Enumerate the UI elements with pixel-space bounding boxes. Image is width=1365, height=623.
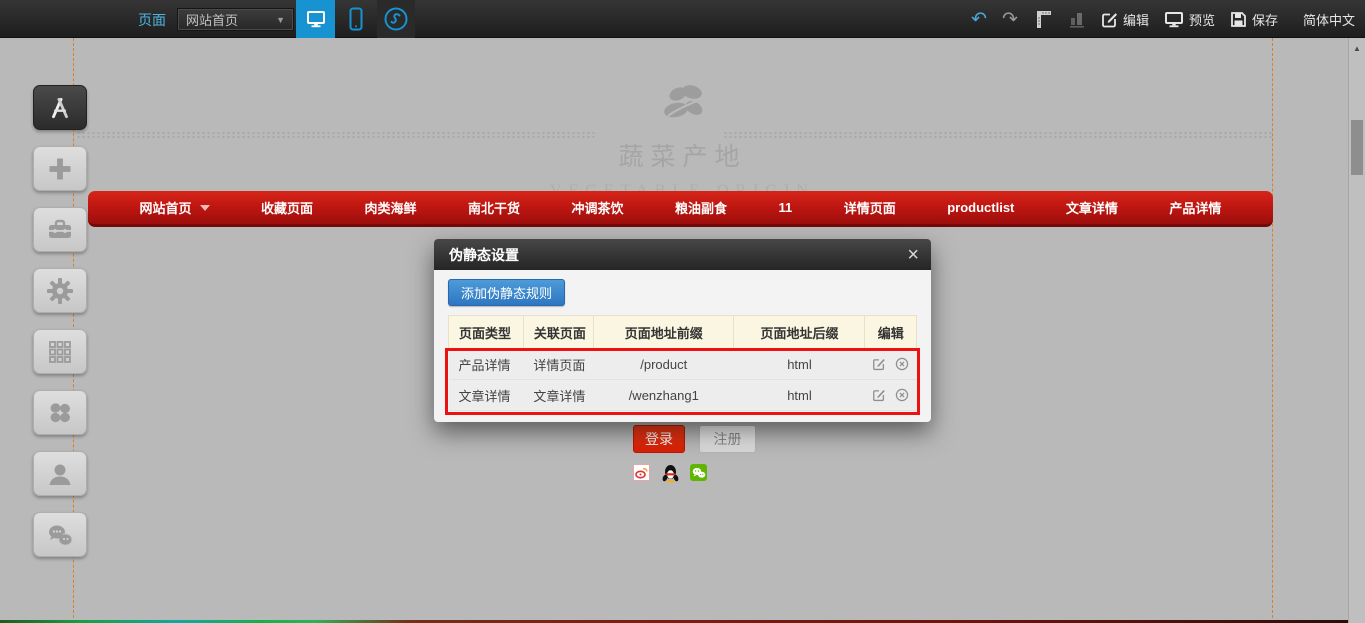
plus-icon [46, 155, 74, 183]
nav-item-favorites[interactable]: 收藏页面 [261, 198, 313, 217]
row-edit-icon[interactable] [872, 388, 886, 402]
language-switch[interactable]: 简体中文 [1303, 10, 1355, 29]
grid-icon [47, 339, 73, 365]
stats-button[interactable] [1068, 9, 1086, 29]
preview-button[interactable]: 预览 [1164, 10, 1215, 29]
close-icon[interactable]: × [907, 245, 919, 265]
header-url-prefix: 页面地址前缀 [594, 316, 734, 349]
cell-linked-page: 详情页面 [523, 349, 593, 380]
cell-page-type: 产品详情 [449, 349, 524, 380]
person-icon [47, 461, 73, 487]
ruler-button[interactable] [1033, 8, 1053, 30]
rules-table-wrap: 页面类型 关联页面 页面地址前缀 页面地址后缀 编辑 产品详情 详情页面 /pr… [448, 315, 917, 411]
sidebar-toolbox-button[interactable] [33, 207, 87, 252]
nav-item-article-detail[interactable]: 文章详情 [1066, 198, 1118, 217]
chevron-down-icon: ▼ [276, 15, 285, 25]
page-selector-dropdown[interactable]: 网站首页 ▼ [177, 8, 294, 31]
sidebar-member-button[interactable] [33, 451, 87, 496]
nav-item-productlist[interactable]: productlist [947, 200, 1014, 215]
scrollbar-up-arrow[interactable]: ▲ [1349, 44, 1365, 53]
cell-url-suffix: html [734, 380, 865, 411]
page-label: 页面 [138, 10, 166, 30]
chat-bubbles-icon [46, 523, 74, 547]
undo-button[interactable]: ↶ [971, 10, 987, 29]
ruler-icon [1033, 8, 1053, 30]
rules-table-header-row: 页面类型 关联页面 页面地址前缀 页面地址后缀 编辑 [449, 316, 917, 349]
header-url-suffix: 页面地址后缀 [734, 316, 865, 349]
scrollbar-thumb[interactable] [1351, 120, 1363, 175]
rules-table: 页面类型 关联页面 页面地址前缀 页面地址后缀 编辑 产品详情 详情页面 /pr… [448, 315, 917, 411]
site-navbar: 网站首页 收藏页面 肉类海鲜 南北干货 冲调茶饮 粮油副食 11 详情页面 pr… [88, 191, 1273, 227]
nav-item-grain-oil[interactable]: 粮油副食 [675, 198, 727, 217]
site-logo-title: 蔬菜产地 [0, 137, 1365, 173]
bar-chart-icon [1068, 9, 1086, 29]
phone-icon [348, 7, 364, 31]
editor-topbar: 页面 网站首页 ▼ ↶ ↷ [0, 0, 1365, 38]
dialog-title: 伪静态设置 [449, 245, 519, 265]
table-row: 产品详情 详情页面 /product html [449, 349, 917, 380]
table-row: 文章详情 文章详情 /wenzhang1 html [449, 380, 917, 411]
nav-item-home[interactable]: 网站首页 [139, 198, 209, 217]
vegetable-logo-icon [654, 80, 712, 126]
sidebar-add-module-button[interactable] [33, 146, 87, 191]
site-logo-block: 蔬菜产地 VEGETABLE ORIGIN [0, 80, 1365, 200]
wechat-icon[interactable] [690, 464, 707, 481]
mobile-view-button[interactable] [339, 0, 373, 38]
sidebar-wechat-button[interactable] [33, 512, 87, 557]
nav-item-meat-seafood[interactable]: 肉类海鲜 [364, 198, 416, 217]
register-button[interactable]: 注册 [699, 425, 756, 453]
canvas-guide-right [1272, 38, 1273, 623]
row-delete-icon[interactable] [895, 388, 909, 402]
nav-item-dry-goods[interactable]: 南北干货 [468, 198, 520, 217]
chevron-down-icon [200, 205, 210, 211]
cell-linked-page: 文章详情 [523, 380, 593, 411]
edit-button[interactable]: 编辑 [1101, 10, 1149, 29]
weibo-icon[interactable] [633, 464, 650, 481]
edit-pencil-icon [1101, 11, 1118, 28]
row-delete-icon[interactable] [895, 357, 909, 371]
edit-label: 编辑 [1123, 10, 1149, 29]
page-scrollbar[interactable]: ▲ [1348, 38, 1365, 623]
row-edit-icon[interactable] [872, 357, 886, 371]
cell-url-prefix: /product [594, 349, 734, 380]
nav-item-detail-page[interactable]: 详情页面 [844, 198, 896, 217]
redo-button[interactable]: ↷ [1002, 10, 1018, 29]
qq-icon[interactable] [661, 464, 680, 483]
nav-item-tea-drinks[interactable]: 冲调茶饮 [571, 198, 623, 217]
login-button[interactable]: 登录 [633, 425, 685, 453]
nav-item-product-detail[interactable]: 产品详情 [1169, 198, 1221, 217]
cell-url-prefix: /wenzhang1 [594, 380, 734, 411]
save-label: 保存 [1252, 10, 1278, 29]
style-s-icon [383, 6, 409, 32]
toolbox-icon [46, 218, 74, 242]
header-page-type: 页面类型 [449, 316, 524, 349]
sidebar-settings-button[interactable] [33, 268, 87, 313]
cell-page-type: 文章详情 [449, 380, 524, 411]
header-linked-page: 关联页面 [523, 316, 593, 349]
sidebar-apps-button[interactable] [33, 390, 87, 435]
monitor-icon [305, 8, 327, 30]
design-tools-icon [47, 95, 73, 121]
nav-item-11[interactable]: 11 [778, 200, 792, 215]
save-floppy-icon [1230, 11, 1247, 28]
preview-monitor-icon [1164, 10, 1184, 29]
pseudo-static-settings-dialog: 伪静态设置 × 添加伪静态规则 页面类型 关联页面 页面地址前缀 页面地址后缀 … [434, 239, 931, 422]
dialog-body: 添加伪静态规则 页面类型 关联页面 页面地址前缀 页面地址后缀 编辑 产品详情 … [434, 270, 931, 422]
desktop-view-button[interactable] [296, 0, 335, 38]
theme-style-button[interactable] [377, 0, 415, 38]
sidebar-design-tools-button[interactable] [33, 85, 87, 130]
header-edit: 编辑 [865, 316, 917, 349]
clover-icon [47, 400, 73, 426]
add-pseudo-static-rule-button[interactable]: 添加伪静态规则 [448, 279, 565, 306]
page-selector-value: 网站首页 [186, 10, 238, 29]
save-button[interactable]: 保存 [1230, 10, 1278, 29]
preview-label: 预览 [1189, 10, 1215, 29]
dialog-titlebar[interactable]: 伪静态设置 × [434, 239, 931, 270]
sidebar-modules-grid-button[interactable] [33, 329, 87, 374]
gear-icon [46, 277, 74, 305]
cell-url-suffix: html [734, 349, 865, 380]
